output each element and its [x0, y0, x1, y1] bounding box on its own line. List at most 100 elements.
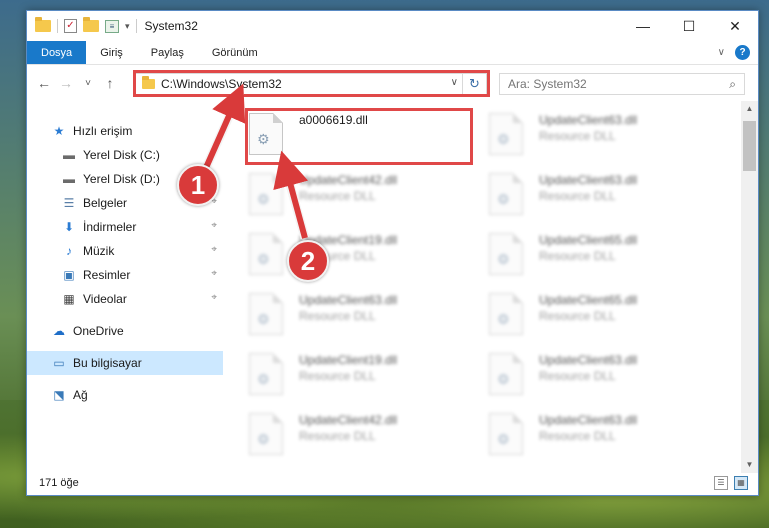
search-icon[interactable]: ⌕ — [729, 77, 736, 92]
file-text: UpdateClient65.dll Resource DLL — [539, 233, 637, 263]
pin-icon[interactable]: ⌖ — [211, 292, 217, 303]
drive-icon: ▬ — [63, 172, 75, 186]
file-text: UpdateClient63.dll Resource DLL — [539, 353, 637, 383]
rename-icon[interactable]: ≡ — [105, 19, 119, 33]
forward-button[interactable]: → — [55, 75, 77, 91]
step-badge-1: 1 — [177, 164, 219, 206]
sidebar-item-label: OneDrive — [73, 324, 124, 338]
pin-icon[interactable]: ⌖ — [211, 220, 217, 231]
file-text: UpdateClient63.dll Resource DLL — [539, 173, 637, 203]
pin-icon[interactable]: ⌖ — [211, 268, 217, 279]
maximize-button[interactable]: ☐ — [666, 11, 712, 41]
gear-icon: ⚙ — [497, 131, 510, 147]
chevron-down-icon[interactable]: ∨ — [451, 77, 458, 88]
sidebar-item-5[interactable]: ♪ Müzik ⌖ — [27, 239, 223, 263]
sidebar-item-9[interactable]: ▭ Bu bilgisayar — [27, 351, 223, 375]
file-text: UpdateClient63.dll Resource DLL — [539, 413, 637, 443]
file-type: Resource DLL — [299, 369, 376, 383]
file-name: UpdateClient63.dll — [539, 353, 638, 367]
file-item[interactable]: ⚙ UpdateClient63.dll Resource DLL — [249, 293, 471, 351]
vertical-scrollbar[interactable]: ▲ ▼ — [741, 101, 758, 473]
file-text: UpdateClient42.dll Resource DLL — [299, 173, 397, 203]
pin-icon[interactable]: ⌖ — [211, 244, 217, 255]
item-count: 171 öğe — [39, 477, 79, 489]
customize-toolbar-icon[interactable]: ▾ — [125, 21, 130, 32]
file-text: UpdateClient42.dll Resource DLL — [299, 413, 397, 443]
tab-home[interactable]: Giriş — [86, 41, 137, 64]
file-item[interactable]: ⚙ UpdateClient65.dll Resource DLL — [489, 293, 711, 351]
file-name: UpdateClient42.dll — [299, 413, 398, 427]
dll-file-icon: ⚙ — [489, 233, 523, 275]
file-item[interactable]: ⚙ UpdateClient42.dll Resource DLL — [249, 413, 471, 467]
file-item[interactable]: ⚙ UpdateClient63.dll Resource DLL — [489, 413, 711, 467]
scroll-thumb[interactable] — [743, 121, 756, 171]
help-icon[interactable]: ? — [735, 45, 750, 60]
file-item[interactable]: ⚙ UpdateClient63.dll Resource DLL — [489, 173, 711, 231]
file-item[interactable]: ⚙ UpdateClient65.dll Resource DLL — [489, 233, 711, 291]
sidebar-item-label: Yerel Disk (D:) — [83, 172, 160, 186]
refresh-button[interactable]: ↻ — [462, 74, 486, 94]
tab-view[interactable]: Görünüm — [198, 41, 272, 64]
download-icon: ⬇ — [63, 220, 75, 234]
new-folder-icon[interactable] — [83, 17, 99, 32]
recent-locations-button[interactable]: ˅ — [77, 78, 99, 89]
properties-check-icon[interactable]: ✓ — [64, 19, 77, 33]
gear-icon: ⚙ — [257, 191, 270, 207]
file-name: a0006619.dll — [299, 113, 368, 127]
dll-file-icon: ⚙ — [489, 353, 523, 395]
file-item[interactable]: ⚙ UpdateClient63.dll Resource DLL — [489, 113, 711, 171]
gear-icon: ⚙ — [497, 371, 510, 387]
gear-icon: ⚙ — [257, 431, 270, 447]
title-bar: ✓ ≡ ▾ System32 — ☐ ✕ — [27, 11, 758, 41]
up-button[interactable]: ↑ — [99, 75, 121, 91]
ribbon-tabs: Dosya Giriş Paylaş Görünüm ∨ ? — [27, 41, 758, 65]
file-item[interactable]: ⚙ UpdateClient42.dll Resource DLL — [249, 173, 471, 231]
scroll-up-icon[interactable]: ▲ — [741, 101, 758, 117]
tab-file[interactable]: Dosya — [27, 41, 87, 64]
details-view-icon[interactable]: ☰ — [714, 476, 728, 490]
network-icon: ⬔ — [53, 388, 65, 402]
navigation-pane: ★ Hızlı erişim ▬ Yerel Disk (C:) ⌖ ▬ Yerel Dis… — [27, 105, 223, 465]
pin-icon[interactable]: ⌖ — [211, 148, 217, 159]
search-box[interactable]: ⌕ — [499, 73, 745, 95]
collapse-ribbon-icon[interactable]: ∨ — [718, 47, 725, 58]
file-text: UpdateClient63.dll Resource DLL — [539, 113, 637, 143]
sidebar-item-label: Hızlı erişim — [73, 124, 133, 138]
gear-icon: ⚙ — [257, 371, 270, 387]
file-type: Resource DLL — [299, 189, 376, 203]
window-title: System32 — [144, 19, 198, 33]
sidebar-item-0[interactable]: ★ Hızlı erişim — [27, 119, 223, 143]
folder-icon — [142, 76, 155, 89]
sidebar-item-8[interactable]: ☁ OneDrive — [27, 319, 223, 343]
file-text: a0006619.dll — [299, 113, 368, 129]
window-controls: — ☐ ✕ — [620, 11, 758, 41]
sidebar-item-10[interactable]: ⬔ Ağ — [27, 383, 223, 407]
file-item[interactable]: ⚙ a0006619.dll — [249, 113, 471, 171]
file-item[interactable]: ⚙ UpdateClient19.dll Resource DLL — [249, 353, 471, 411]
address-path: C:\Windows\System32 — [161, 77, 282, 91]
file-name: UpdateClient63.dll — [539, 113, 638, 127]
document-icon: ☰ — [63, 196, 75, 210]
dll-file-icon: ⚙ — [249, 293, 283, 335]
minimize-button[interactable]: — — [620, 11, 666, 41]
cloud-icon: ☁ — [53, 324, 65, 338]
dll-file-icon: ⚙ — [249, 233, 283, 275]
large-icons-view-icon[interactable]: ▦ — [734, 476, 748, 490]
close-button[interactable]: ✕ — [712, 11, 758, 41]
file-name: UpdateClient63.dll — [539, 413, 638, 427]
search-input[interactable] — [508, 77, 708, 91]
dll-file-icon: ⚙ — [249, 353, 283, 395]
file-name: UpdateClient63.dll — [539, 173, 638, 187]
tab-share[interactable]: Paylaş — [137, 41, 198, 64]
file-item[interactable]: ⚙ UpdateClient63.dll Resource DLL — [489, 353, 711, 411]
file-name: UpdateClient65.dll — [539, 293, 638, 307]
back-button[interactable]: ← — [33, 75, 55, 91]
status-bar: 171 öğe ☰ ▦ — [27, 471, 758, 495]
sidebar-item-4[interactable]: ⬇ İndirmeler ⌖ — [27, 215, 223, 239]
sidebar-item-6[interactable]: ▣ Resimler ⌖ — [27, 263, 223, 287]
sidebar-item-label: Yerel Disk (C:) — [83, 148, 160, 162]
file-item[interactable]: ⚙ UpdateClient19.dll Resource DLL — [249, 233, 471, 291]
address-bar[interactable]: C:\Windows\System32 ∨ ↻ — [135, 73, 487, 95]
sidebar-item-label: Ağ — [73, 388, 88, 402]
sidebar-item-7[interactable]: ▦ Videolar ⌖ — [27, 287, 223, 311]
